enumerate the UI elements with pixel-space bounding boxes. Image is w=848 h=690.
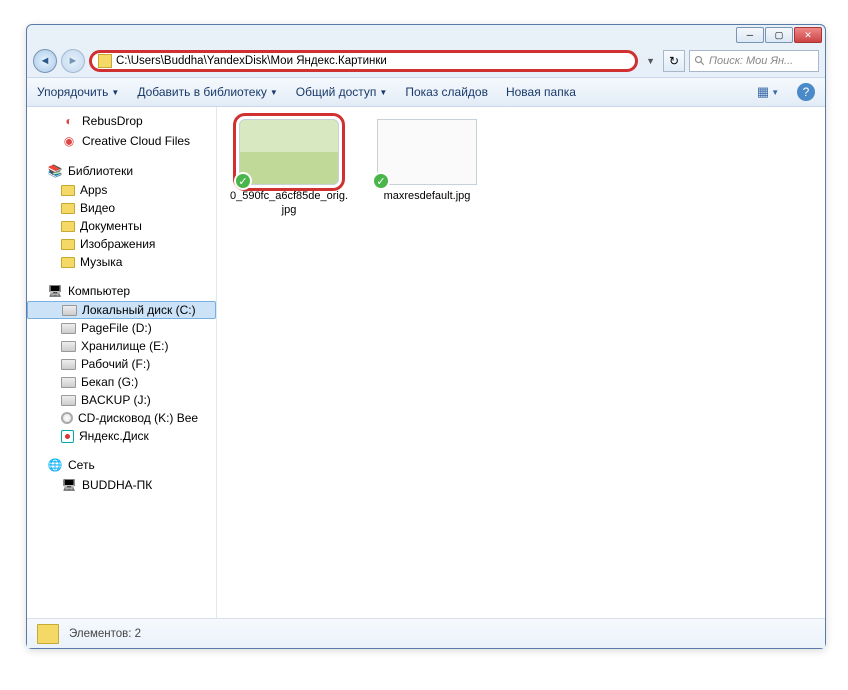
sidebar-item-cd-k[interactable]: CD-дисковод (K:) Bee	[27, 409, 216, 427]
folder-icon	[61, 239, 75, 250]
body: ◐RebusDrop ◉Creative Cloud Files 📚Библио…	[27, 107, 825, 618]
sidebar-header-computer[interactable]: 🖥Компьютер	[27, 281, 216, 301]
share-menu[interactable]: Общий доступ▼	[296, 85, 388, 99]
computer-icon: 🖥	[61, 477, 77, 493]
drive-icon	[61, 341, 76, 352]
network-icon: 🌐	[47, 457, 63, 473]
folder-icon	[37, 624, 59, 644]
sidebar-header-network[interactable]: 🌐Сеть	[27, 455, 216, 475]
sidebar-item-drive-j[interactable]: BACKUP (J:)	[27, 391, 216, 409]
sidebar-item-music[interactable]: Музыка	[27, 253, 216, 271]
sidebar-item-drive-g[interactable]: Бекап (G:)	[27, 373, 216, 391]
organize-menu[interactable]: Упорядочить▼	[37, 85, 119, 99]
app-icon: ◐	[61, 113, 77, 129]
sync-badge-icon: ✓	[372, 172, 390, 190]
sidebar-item-creative-cloud[interactable]: ◉Creative Cloud Files	[27, 131, 216, 151]
sidebar-item-drive-f[interactable]: Рабочий (F:)	[27, 355, 216, 373]
sidebar-item-yandex-disk[interactable]: Яндекс.Диск	[27, 427, 216, 445]
cloud-icon: ◉	[61, 133, 77, 149]
sidebar-item-documents[interactable]: Документы	[27, 217, 216, 235]
file-name: maxresdefault.jpg	[367, 189, 487, 203]
cd-icon	[61, 412, 73, 424]
sync-badge-icon: ✓	[234, 172, 252, 190]
file-item[interactable]: ✓ 0_590fc_a6cf85de_orig.jpg	[229, 119, 349, 218]
file-name: 0_590fc_a6cf85de_orig.jpg	[229, 189, 349, 218]
minimize-button[interactable]: ─	[736, 27, 764, 43]
file-item[interactable]: ✓ maxresdefault.jpg	[367, 119, 487, 218]
folder-icon	[61, 257, 75, 268]
navigation-pane[interactable]: ◐RebusDrop ◉Creative Cloud Files 📚Библио…	[27, 107, 217, 618]
address-input[interactable]	[116, 55, 629, 67]
sidebar-item-drive-d[interactable]: PageFile (D:)	[27, 319, 216, 337]
status-bar: Элементов: 2	[27, 618, 825, 648]
sidebar-item-video[interactable]: Видео	[27, 199, 216, 217]
search-icon	[694, 55, 706, 67]
folder-icon	[61, 185, 75, 196]
drive-icon	[62, 305, 77, 316]
search-placeholder: Поиск: Мои Ян...	[709, 55, 793, 67]
explorer-window: ─ ▢ ✕ ◄ ► ▼ ↻ Поиск: Мои Ян... Упорядочи…	[26, 24, 826, 649]
sidebar-header-libraries[interactable]: 📚Библиотеки	[27, 161, 216, 181]
file-list[interactable]: ✓ 0_590fc_a6cf85de_orig.jpg ✓ maxresdefa…	[217, 107, 825, 618]
forward-button[interactable]: ►	[61, 49, 85, 73]
sidebar-item-rebusdrop[interactable]: ◐RebusDrop	[27, 111, 216, 131]
maximize-button[interactable]: ▢	[765, 27, 793, 43]
slideshow-button[interactable]: Показ слайдов	[405, 85, 488, 99]
address-history-dropdown[interactable]: ▼	[642, 56, 659, 66]
include-library-menu[interactable]: Добавить в библиотеку▼	[137, 85, 277, 99]
new-folder-button[interactable]: Новая папка	[506, 85, 576, 99]
folder-icon	[98, 54, 112, 68]
libraries-icon: 📚	[47, 163, 63, 179]
item-count: Элементов: 2	[69, 628, 141, 640]
thumbnail-icon: ✓	[239, 119, 339, 185]
computer-icon: 🖥	[47, 283, 63, 299]
folder-icon	[61, 203, 75, 214]
nav-bar: ◄ ► ▼ ↻ Поиск: Мои Ян...	[27, 45, 825, 77]
back-button[interactable]: ◄	[33, 49, 57, 73]
close-button[interactable]: ✕	[794, 27, 822, 43]
view-options-button[interactable]: ▦ ▼	[757, 81, 779, 103]
drive-icon	[61, 323, 76, 334]
command-bar: Упорядочить▼ Добавить в библиотеку▼ Общи…	[27, 77, 825, 107]
address-bar[interactable]	[89, 50, 638, 72]
drive-icon	[61, 359, 76, 370]
sidebar-item-network-pc[interactable]: 🖥BUDDHA-ПК	[27, 475, 216, 495]
search-box[interactable]: Поиск: Мои Ян...	[689, 50, 819, 72]
sidebar-item-apps[interactable]: Apps	[27, 181, 216, 199]
drive-icon	[61, 395, 76, 406]
yandex-disk-icon	[61, 430, 74, 443]
thumbnail-icon: ✓	[377, 119, 477, 185]
sidebar-item-drive-c[interactable]: Локальный диск (C:)	[27, 301, 216, 319]
help-button[interactable]: ?	[797, 83, 815, 101]
drive-icon	[61, 377, 76, 388]
refresh-button[interactable]: ↻	[663, 50, 685, 72]
titlebar[interactable]: ─ ▢ ✕	[27, 25, 825, 45]
sidebar-item-pictures[interactable]: Изображения	[27, 235, 216, 253]
sidebar-item-drive-e[interactable]: Хранилище (E:)	[27, 337, 216, 355]
folder-icon	[61, 221, 75, 232]
